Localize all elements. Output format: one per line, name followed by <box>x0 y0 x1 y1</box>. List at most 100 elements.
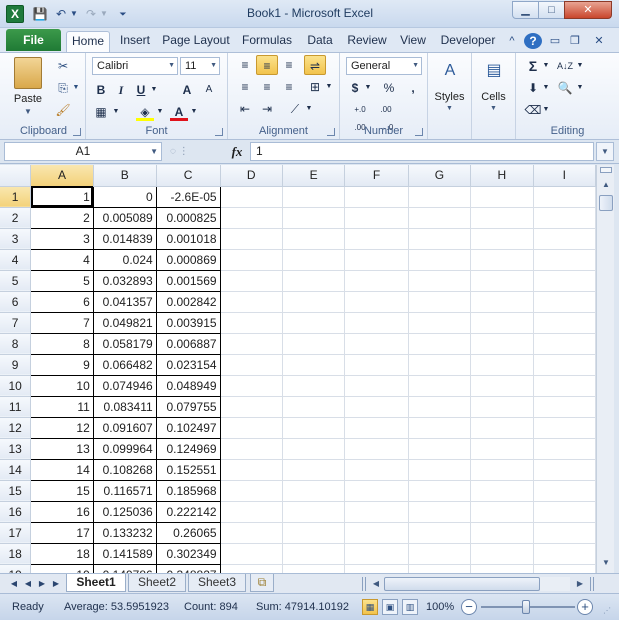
cell-empty[interactable] <box>470 480 534 502</box>
cell-empty[interactable] <box>470 270 534 292</box>
zoom-slider-thumb[interactable] <box>522 600 530 614</box>
tab-view[interactable]: View <box>396 31 430 52</box>
cell-empty[interactable] <box>344 291 409 313</box>
cell-empty[interactable] <box>408 543 472 565</box>
cell-empty[interactable] <box>220 480 283 502</box>
cell-empty[interactable] <box>220 522 283 544</box>
align-top-icon[interactable]: ≡ <box>234 55 256 75</box>
cell-b[interactable]: 0.083411 <box>92 396 157 418</box>
cell-empty[interactable] <box>282 375 346 397</box>
cell-empty[interactable] <box>470 312 534 334</box>
cell-c[interactable]: 0.222142 <box>155 501 221 523</box>
row-header[interactable]: 18 <box>0 543 32 565</box>
styles-icon[interactable]: A <box>434 57 466 87</box>
cell-empty[interactable] <box>220 354 283 376</box>
cells-dropdown-icon[interactable]: ▼ <box>472 105 515 112</box>
worksheet-grid[interactable]: ABCDEFGHI 1 1 0 -2.6E-05 2 2 0.005089 0.000825 3… <box>0 165 596 573</box>
scroll-down-icon[interactable]: ▼ <box>598 555 614 571</box>
cell-b[interactable]: 0.116571 <box>92 480 157 502</box>
cell-c[interactable]: 0.185968 <box>155 480 221 502</box>
cell-a[interactable]: 14 <box>30 459 94 481</box>
sort-filter-icon[interactable]: A↓Z <box>556 57 574 75</box>
cell-empty[interactable] <box>408 270 472 292</box>
page-break-view-icon[interactable]: ▥ <box>402 599 418 615</box>
cell-empty[interactable] <box>533 501 596 523</box>
cell-a[interactable]: 13 <box>30 438 94 460</box>
cell-empty[interactable] <box>470 333 534 355</box>
increase-decimal-icon[interactable]: +.0 .00 <box>348 101 372 132</box>
cell-a[interactable]: 15 <box>30 480 94 502</box>
cell-a[interactable]: 7 <box>30 312 94 334</box>
minimize-ribbon-icon[interactable]: ^ <box>505 33 519 49</box>
cell-empty[interactable] <box>470 438 534 460</box>
fill-color-icon[interactable]: ◈ <box>136 103 154 121</box>
cell-b[interactable]: 0.125036 <box>92 501 157 523</box>
cell-c[interactable]: 0.302349 <box>155 543 221 565</box>
cell-empty[interactable] <box>408 207 472 229</box>
styles-group[interactable]: A Styles ▼ <box>428 53 472 139</box>
row-header[interactable]: 9 <box>0 354 32 376</box>
cells-group[interactable]: ▤ Cells ▼ <box>472 53 516 139</box>
scroll-left-icon[interactable]: ◀ <box>370 577 382 591</box>
cell-empty[interactable] <box>282 186 346 208</box>
cell-empty[interactable] <box>470 375 534 397</box>
cell-empty[interactable] <box>470 564 534 573</box>
row-header[interactable]: 2 <box>0 207 32 229</box>
number-launcher-icon[interactable] <box>415 128 423 136</box>
cell-empty[interactable] <box>220 459 283 481</box>
wrap-text-icon[interactable]: ⇌ <box>304 55 326 75</box>
cell-b[interactable]: 0 <box>92 186 157 208</box>
cut-icon[interactable]: ✂ <box>54 57 72 75</box>
fill-icon[interactable]: ⬇ <box>524 79 542 97</box>
cell-b[interactable]: 0.091607 <box>92 417 157 439</box>
italic-button[interactable]: I <box>112 81 130 99</box>
cell-b[interactable]: 0.032893 <box>92 270 157 292</box>
cell-empty[interactable] <box>470 207 534 229</box>
row-header[interactable]: 16 <box>0 501 32 523</box>
resize-grip-icon[interactable]: ⋰ <box>603 606 613 616</box>
cell-empty[interactable] <box>470 354 534 376</box>
cell-empty[interactable] <box>408 291 472 313</box>
number-format-select[interactable]: General ▼ <box>346 57 422 75</box>
cell-a[interactable]: 19 <box>30 564 94 573</box>
cell-empty[interactable] <box>344 522 409 544</box>
orientation-icon[interactable]: ⟋ <box>284 99 306 119</box>
cell-empty[interactable] <box>282 312 346 334</box>
percent-style-icon[interactable]: % <box>380 79 398 97</box>
cell-b[interactable]: 0.099964 <box>92 438 157 460</box>
cell-empty[interactable] <box>533 312 596 334</box>
cell-empty[interactable] <box>344 375 409 397</box>
cell-c[interactable]: 0.001569 <box>155 270 221 292</box>
find-select-dropdown-icon[interactable]: ▼ <box>576 79 584 97</box>
cell-empty[interactable] <box>533 207 596 229</box>
cell-empty[interactable] <box>470 396 534 418</box>
cell-empty[interactable] <box>344 333 409 355</box>
accounting-format-icon[interactable]: $ <box>346 79 364 97</box>
cell-a[interactable]: 17 <box>30 522 94 544</box>
underline-button[interactable]: U <box>132 81 150 99</box>
cell-empty[interactable] <box>408 249 472 271</box>
cell-b[interactable]: 0.066482 <box>92 354 157 376</box>
cell-empty[interactable] <box>220 249 283 271</box>
first-sheet-icon[interactable]: ◀ <box>8 577 20 591</box>
close-button[interactable]: ✕ <box>564 1 612 19</box>
cell-a[interactable]: 3 <box>30 228 94 250</box>
cell-empty[interactable] <box>408 228 472 250</box>
cell-b[interactable]: 0.108268 <box>92 459 157 481</box>
cell-empty[interactable] <box>220 543 283 565</box>
clear-icon[interactable]: ⌫ <box>524 101 542 119</box>
row-header[interactable]: 5 <box>0 270 32 292</box>
cell-empty[interactable] <box>470 228 534 250</box>
row-header[interactable]: 7 <box>0 312 32 334</box>
cell-empty[interactable] <box>282 270 346 292</box>
tab-home[interactable]: Home <box>66 31 110 52</box>
cell-empty[interactable] <box>408 396 472 418</box>
cell-empty[interactable] <box>220 291 283 313</box>
cell-a[interactable]: 5 <box>30 270 94 292</box>
cell-empty[interactable] <box>533 354 596 376</box>
styles-button[interactable]: Styles <box>428 91 471 103</box>
cell-empty[interactable] <box>408 522 472 544</box>
help-icon[interactable]: ? <box>524 33 542 49</box>
cell-empty[interactable] <box>220 186 283 208</box>
borders-icon[interactable]: ▦ <box>92 103 110 121</box>
